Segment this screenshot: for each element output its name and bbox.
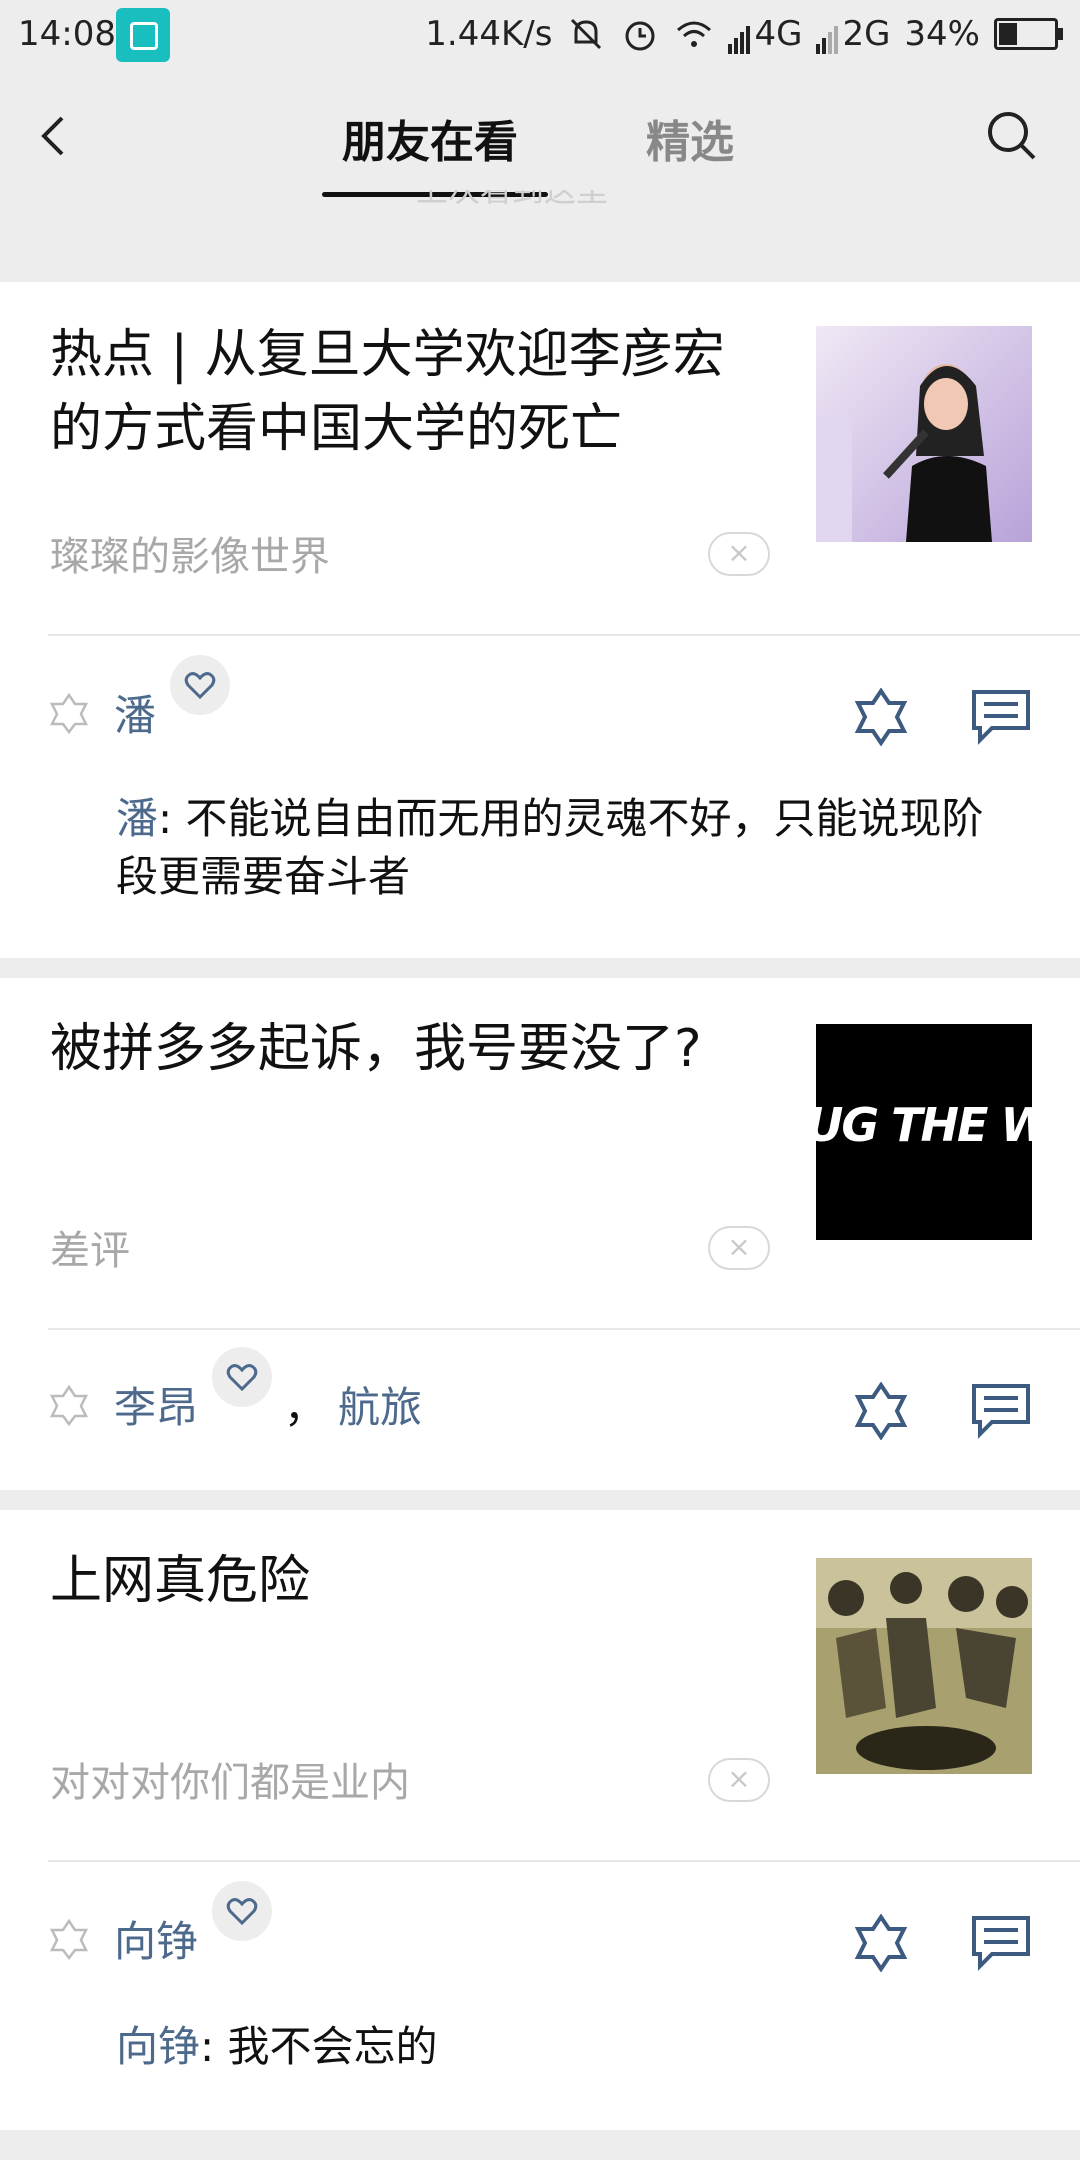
wow-badge-icon [49,692,89,734]
thumbnail-image [816,326,1032,542]
comment-text: : 我不会忘的 [200,2022,438,2071]
heart-icon[interactable] [212,1880,273,1941]
back-arrow-icon[interactable] [30,110,82,162]
wow-icon[interactable] [852,688,910,746]
wow-badge-icon [49,1384,89,1426]
top-nav: 朋友在看 精选 [0,74,1080,200]
wow-badge-icon [49,1918,89,1960]
last-read-marker: 上次看到这里 [416,190,608,208]
search-icon[interactable] [984,108,1040,164]
status-icons: 1.44K/s 4G 2G 34% [425,14,1063,54]
article-source[interactable]: 对对对你们都是业内 [50,1750,410,1808]
alarm-icon [625,21,655,51]
screen-record-icon [116,8,170,62]
comment-icon[interactable] [970,1382,1032,1440]
heart-icon[interactable] [212,1346,273,1407]
signal-2g: 2G [816,14,890,54]
friend-comment: 潘: 不能说自由而无用的灵魂不好，只能说现阶段更需要奋斗者 [116,790,1016,906]
article-title[interactable]: 被拼多多起诉，我号要没了? [50,1012,750,1086]
article-card[interactable]: 上网真危险 对对对你们都是业内 × 向铮 向铮: 我不会忘的 [0,1510,1080,2130]
mute-bell-icon [571,18,602,50]
heart-icon[interactable] [170,654,231,715]
tab-friends-watching[interactable]: 朋友在看 [342,106,518,170]
comment-text: : 不能说自由而无用的灵魂不好，只能说现阶段更需要奋斗者 [116,794,984,901]
comment-author[interactable]: 向铮 [116,2022,200,2071]
friends-separator: ， [284,1383,327,1432]
article-thumbnail[interactable] [816,326,1032,542]
battery-icon [994,18,1063,50]
card-divider [48,634,1080,636]
comment-icon[interactable] [970,688,1032,746]
status-time: 14:08 [18,14,116,54]
article-source[interactable]: 璨璨的影像世界 [50,524,330,582]
status-bar: 14:08 1.44K/s 4G 2G 34% [0,0,1080,74]
article-thumbnail[interactable] [816,1558,1032,1774]
friends-row: 潘 [48,654,231,743]
friends-row: 李昂 ， 航旅 [48,1346,422,1435]
signal-4g: 4G [728,14,802,54]
wifi-icon [677,21,712,47]
article-thumbnail[interactable]: UG THE WO [816,1024,1032,1240]
friend-name[interactable]: 潘 [114,682,156,743]
card-divider [48,1328,1080,1330]
card-divider [48,1860,1080,1862]
friend-comment: 向铮: 我不会忘的 [116,2018,1016,2076]
wow-icon[interactable] [852,1914,910,1972]
friends-row: 向铮 [48,1880,273,1969]
article-title[interactable]: 上网真危险 [50,1544,750,1618]
article-card[interactable]: 被拼多多起诉，我号要没了? 差评 × UG THE WO 李昂 ， 航旅 [0,978,1080,1490]
battery-percent: 34% [904,14,980,54]
article-title[interactable]: 热点 | 从复旦大学欢迎李彦宏的方式看中国大学的死亡 [50,318,750,466]
thumbnail-image [816,1558,1032,1774]
friend-name[interactable]: 航旅 [338,1374,422,1435]
article-card[interactable]: 热点 | 从复旦大学欢迎李彦宏的方式看中国大学的死亡 璨璨的影像世界 × 潘 潘… [0,282,1080,958]
dismiss-button[interactable]: × [708,1758,770,1802]
friend-name[interactable]: 向铮 [114,1908,198,1969]
thumbnail-text: UG THE WO [816,1098,1032,1152]
article-source[interactable]: 差评 [50,1218,130,1276]
tab-featured[interactable]: 精选 [646,106,734,170]
dismiss-button[interactable]: × [708,532,770,576]
comment-author[interactable]: 潘 [116,794,158,843]
wow-icon[interactable] [852,1382,910,1440]
dismiss-button[interactable]: × [708,1226,770,1270]
friend-name[interactable]: 李昂 [114,1374,198,1435]
net-speed: 1.44K/s [425,14,553,54]
comment-icon[interactable] [970,1914,1032,1972]
